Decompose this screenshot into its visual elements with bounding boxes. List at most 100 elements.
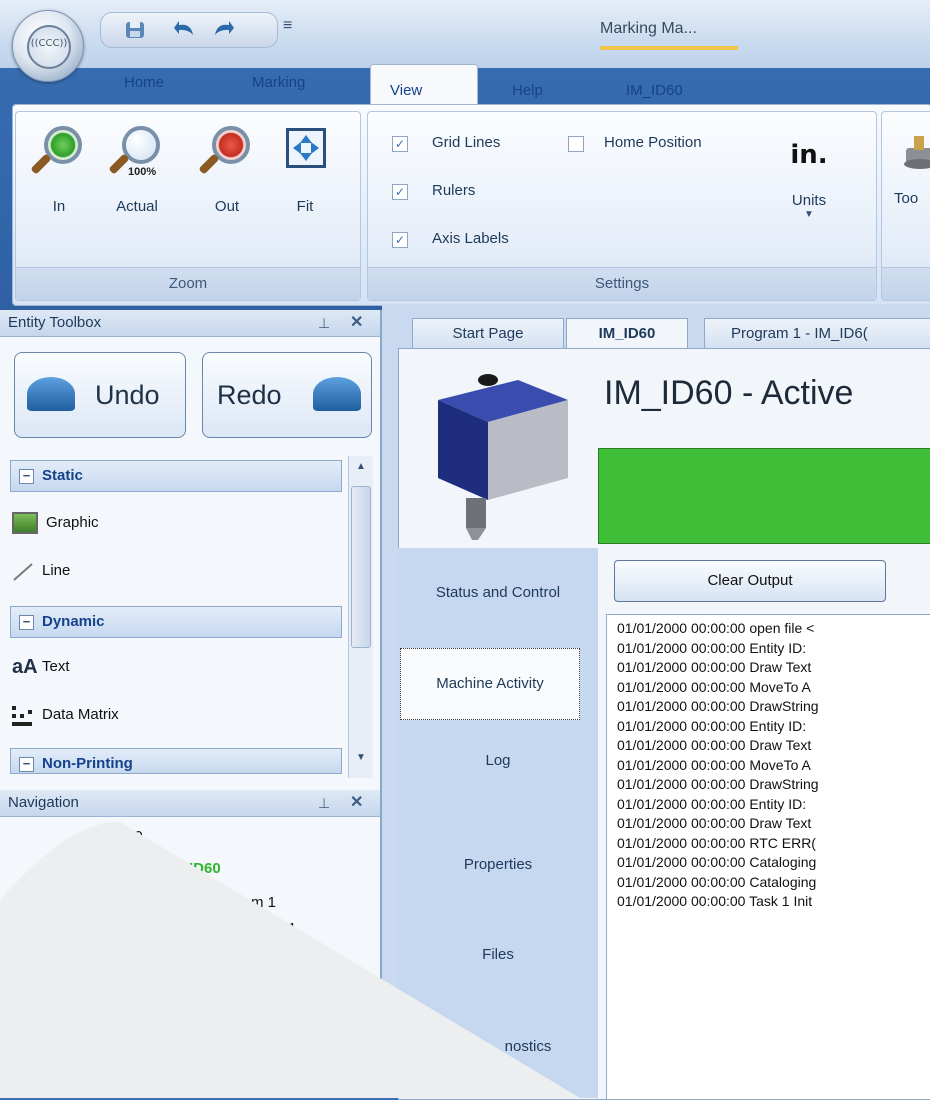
- nav-tree-device[interactable]: IM_ID60: [164, 860, 221, 877]
- log-line: 01/01/2000 00:00:00 Entity ID:: [617, 717, 807, 734]
- scroll-up-icon[interactable]: ▲: [349, 456, 373, 478]
- tools-icon: [900, 128, 930, 174]
- zoom-out-button[interactable]: Out: [192, 122, 262, 215]
- undo-icon[interactable]: [173, 19, 197, 41]
- log-line: 01/01/2000 00:00:00 Entity ID:: [617, 795, 807, 812]
- tab-view[interactable]: View: [390, 82, 422, 99]
- zoom-actual-icon: 100%: [102, 122, 172, 186]
- device-title: IM_ID60 - Active: [604, 374, 854, 412]
- undo-button[interactable]: Undo: [14, 352, 186, 438]
- close-icon[interactable]: ✕: [350, 310, 363, 336]
- clear-output-button[interactable]: Clear Output: [614, 560, 886, 602]
- text-icon: aA: [12, 656, 38, 679]
- nav-tree-item[interactable]: 1: [288, 920, 296, 937]
- ribbon: In 100% Actual Out Fit Zoom ✓ Grid Lines…: [12, 104, 930, 306]
- title-highlight: [600, 46, 738, 50]
- side-nav-properties[interactable]: Properties: [398, 856, 598, 873]
- close-icon[interactable]: ✕: [350, 790, 363, 816]
- home-position-label: Home Position: [604, 134, 702, 151]
- side-nav-diagnostics[interactable]: nostics: [428, 1038, 628, 1055]
- side-nav-files[interactable]: Files: [398, 946, 598, 963]
- home-position-checkbox[interactable]: [568, 136, 584, 152]
- data-matrix-icon: [12, 706, 34, 727]
- settings-group: ✓ Grid Lines Home Position ✓ Rulers ✓ Ax…: [367, 111, 877, 301]
- tab-marking[interactable]: Marking: [252, 74, 305, 91]
- doc-tab-program-1[interactable]: Program 1 - IM_ID6(: [704, 318, 930, 349]
- rulers-label: Rulers: [432, 182, 476, 199]
- grid-lines-label: Grid Lines: [432, 134, 501, 151]
- log-line: 01/01/2000 00:00:00 Task 1 Init: [617, 893, 813, 909]
- collapse-icon: −: [19, 468, 34, 484]
- graphic-icon: [12, 512, 38, 535]
- log-line: 01/01/2000 00:00:00 MoveTo A: [617, 756, 811, 773]
- side-nav-machine-activity[interactable]: Machine Activity: [400, 648, 580, 720]
- units-icon: in.: [790, 140, 828, 170]
- doc-tab-start-page[interactable]: Start Page: [412, 318, 564, 349]
- log-line: 01/01/2000 00:00:00 Cataloging: [617, 873, 817, 890]
- settings-group-label: Settings: [368, 267, 876, 300]
- tools-group-label: [882, 267, 930, 300]
- navigation-header: Navigation ⊥ ✕: [0, 790, 380, 817]
- doc-tab-im-id60[interactable]: IM_ID60: [566, 318, 688, 349]
- collapse-icon: −: [19, 614, 34, 630]
- toolbox-item-graphic[interactable]: Graphic: [12, 508, 99, 538]
- category-static[interactable]: − Static: [10, 460, 342, 492]
- category-non-printing[interactable]: − Non-Printing: [10, 748, 342, 774]
- collapse-icon: −: [19, 756, 34, 772]
- tab-home[interactable]: Home: [124, 74, 164, 91]
- log-line: 01/01/2000 00:00:00 Draw Text: [617, 815, 812, 831]
- grid-lines-checkbox[interactable]: ✓: [392, 136, 408, 152]
- log-line: 01/01/2000 00:00:00 Cataloging: [617, 854, 817, 870]
- zoom-fit-button[interactable]: Fit: [270, 122, 340, 215]
- redo-icon[interactable]: [211, 19, 235, 41]
- tab-help[interactable]: Help: [512, 82, 543, 99]
- toolbox-item-line[interactable]: Line: [12, 556, 70, 586]
- log-line: 01/01/2000 00:00:00 DrawString: [617, 776, 819, 792]
- redo-icon: [313, 377, 361, 411]
- entity-toolbox-header: Entity Toolbox ⊥ ✕: [0, 310, 380, 337]
- log-line: 01/01/2000 00:00:00 MoveTo A: [617, 678, 811, 695]
- log-line: 01/01/2000 00:00:00 Entity ID:: [617, 639, 807, 656]
- tools-button[interactable]: Too: [888, 128, 930, 207]
- quick-access-menu-icon[interactable]: ≡: [283, 17, 292, 35]
- pin-icon[interactable]: ⊥: [318, 790, 330, 816]
- line-icon: [12, 562, 34, 581]
- zoom-actual-button[interactable]: 100% Actual: [102, 122, 172, 215]
- zoom-in-button[interactable]: In: [24, 122, 94, 215]
- tab-im-id60[interactable]: IM_ID60: [626, 82, 683, 99]
- log-line: 01/01/2000 00:00:00 Draw Text: [617, 737, 812, 753]
- quick-access-toolbar: ≡: [100, 12, 292, 48]
- application-orb-button[interactable]: ((CCC)): [12, 10, 84, 82]
- save-icon[interactable]: [123, 19, 147, 41]
- log-line: 01/01/2000 00:00:00 DrawString: [617, 698, 819, 714]
- logo-orb-icon: ((CCC)): [27, 25, 71, 69]
- toolbox-scrollbar[interactable]: ▲ ▼: [348, 456, 373, 778]
- entity-toolbox-panel: Entity Toolbox ⊥ ✕ Undo Redo − Static Gra…: [0, 310, 382, 790]
- toolbox-item-data-matrix[interactable]: Data Matrix: [12, 700, 119, 730]
- toolbox-item-text[interactable]: aA Text: [12, 652, 70, 682]
- log-line: 01/01/2000 00:00:00 Draw Text: [617, 659, 812, 675]
- side-nav-log[interactable]: Log: [398, 752, 598, 769]
- nav-tree-program[interactable]: Program 1: [206, 894, 276, 911]
- chevron-down-icon: ▼: [804, 209, 814, 220]
- scroll-down-icon[interactable]: ▼: [349, 752, 373, 763]
- pin-icon[interactable]: ⊥: [318, 310, 330, 336]
- zoom-group-label: Zoom: [16, 267, 360, 300]
- zoom-fit-icon: [270, 122, 340, 186]
- zoom-group: In 100% Actual Out Fit Zoom: [15, 111, 361, 301]
- navigation-panel: Navigation ⊥ ✕ IM_ID60 IM_ID60 Program 1…: [0, 790, 382, 1098]
- activity-log[interactable]: 01/01/2000 00:00:00 open file < 01/01/20…: [606, 614, 930, 1100]
- tab-view-frame: [370, 64, 478, 105]
- nav-tree-root[interactable]: IM_ID60: [86, 828, 143, 845]
- tools-group: Too: [881, 111, 930, 301]
- zoom-in-icon: [24, 122, 94, 186]
- scroll-thumb[interactable]: [351, 486, 371, 648]
- device-status-indicator: [598, 448, 930, 544]
- units-button[interactable]: in. Units ▼: [774, 140, 844, 220]
- axis-labels-checkbox[interactable]: ✓: [392, 232, 408, 248]
- rulers-checkbox[interactable]: ✓: [392, 184, 408, 200]
- side-nav-status-and-control[interactable]: Status and Control: [398, 584, 598, 601]
- category-dynamic[interactable]: − Dynamic: [10, 606, 342, 638]
- log-line: 01/01/2000 00:00:00 open file <: [617, 620, 815, 636]
- redo-button[interactable]: Redo: [202, 352, 372, 438]
